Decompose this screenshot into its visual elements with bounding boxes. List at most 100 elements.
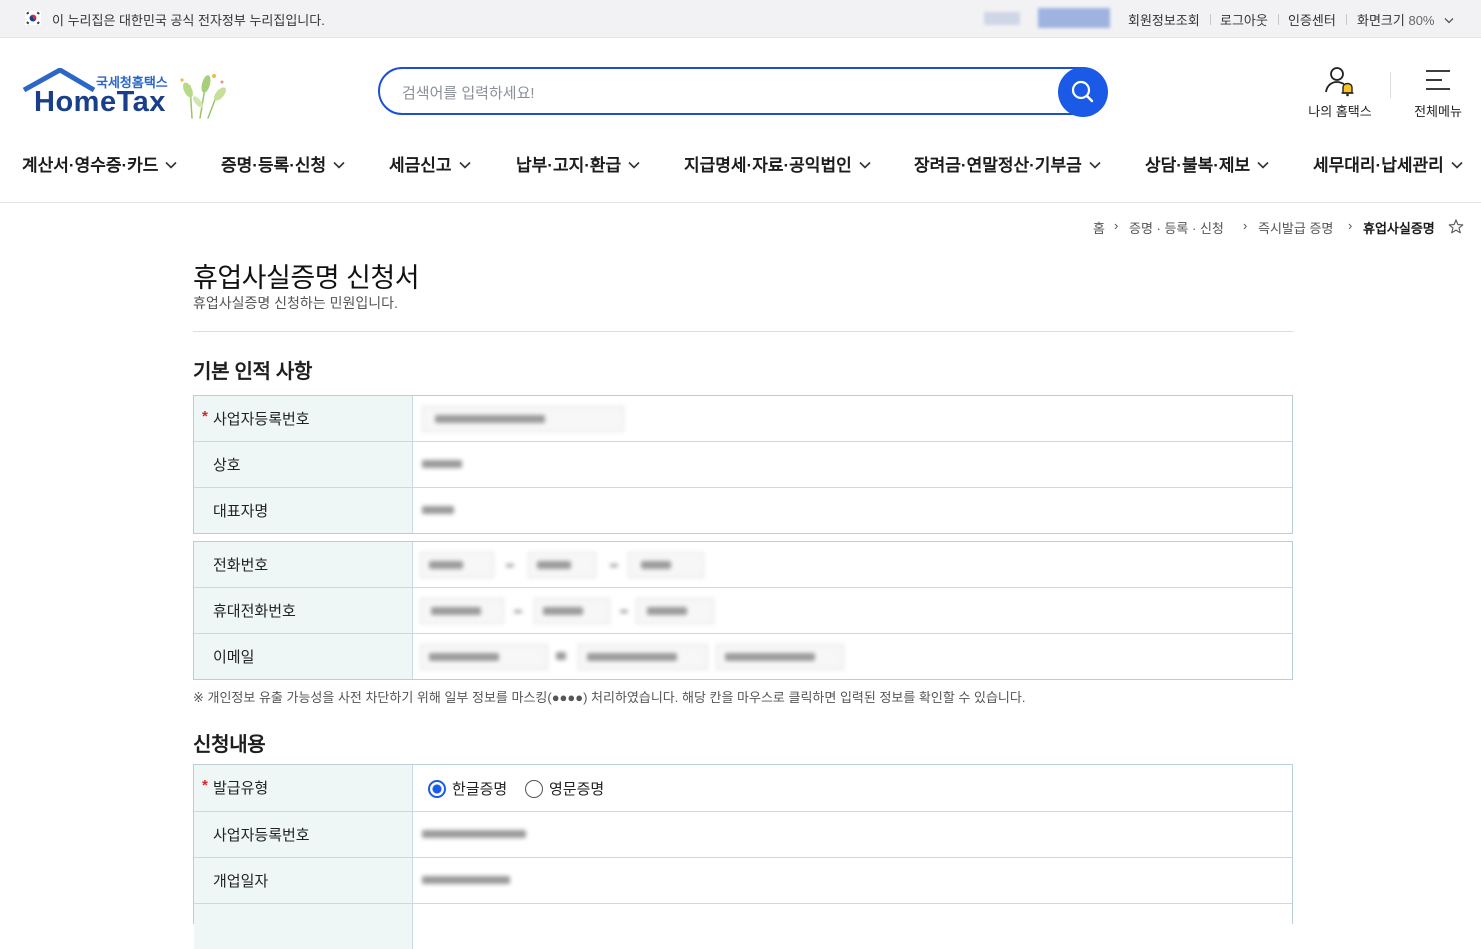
all-menu-label: 전체메뉴 bbox=[1414, 104, 1462, 119]
breadcrumb-separator: › bbox=[1348, 218, 1353, 233]
mobile-prefix-select[interactable] bbox=[420, 598, 504, 624]
nav-payment-statement[interactable]: 지급명세·자료·공익법인 bbox=[684, 151, 871, 176]
mobile-part-2-input[interactable] bbox=[534, 598, 610, 624]
nav-incentive-yearend[interactable]: 장려금·연말정산·기부금 bbox=[914, 151, 1101, 176]
masked-user-name bbox=[1038, 8, 1110, 28]
row-header bbox=[194, 904, 413, 949]
radio-label: 한글증명 bbox=[452, 781, 508, 798]
chevron-down-icon bbox=[1257, 161, 1269, 169]
email-field bbox=[414, 634, 1292, 679]
page-title: 휴업사실증명 신청서 bbox=[193, 263, 420, 293]
open-date-field bbox=[414, 858, 1292, 903]
masked-business-number[interactable] bbox=[422, 406, 624, 432]
radio-korean-certificate[interactable]: 한글증명 bbox=[428, 778, 507, 798]
chevron-down-icon bbox=[628, 161, 640, 169]
nav-tax-agent[interactable]: 세무대리·납세관리 bbox=[1313, 151, 1463, 176]
main-navigation: 계산서·영수증·카드 증명·등록·신청 세금신고 납부·고지·환급 지급명세·자… bbox=[0, 140, 1481, 203]
basic-info-table: * 사업자등록번호 상호 대표자명 bbox=[193, 395, 1293, 534]
nav-consult-appeal[interactable]: 상담·불복·제보 bbox=[1145, 151, 1269, 176]
apply-business-number-field bbox=[414, 812, 1292, 857]
phone-part-1-input[interactable] bbox=[420, 552, 494, 578]
masking-notice: ※ 개인정보 유출 가능성을 사전 차단하기 위해 일부 정보를 마스킹(●●●… bbox=[193, 690, 1026, 705]
row-header: 개업일자 bbox=[194, 858, 413, 903]
menu-icon bbox=[1426, 70, 1450, 90]
company-name-field[interactable] bbox=[414, 442, 1292, 487]
search-input[interactable] bbox=[400, 80, 1044, 106]
nav-certificate-registration[interactable]: 증명·등록·신청 bbox=[221, 151, 345, 176]
breadcrumb-current: 휴업사실증명 bbox=[1363, 221, 1435, 236]
phone-part-3-input[interactable] bbox=[628, 552, 704, 578]
masked-company-name[interactable] bbox=[420, 452, 470, 476]
my-hometax-button[interactable]: 나의 홈택스 bbox=[1300, 64, 1380, 119]
representative-field[interactable] bbox=[414, 488, 1292, 533]
phone-part-2-input[interactable] bbox=[528, 552, 596, 578]
page-description: 휴업사실증명 신청하는 민원입니다. bbox=[193, 295, 398, 311]
table-row: 대표자명 bbox=[194, 488, 1292, 533]
email-domain-input[interactable] bbox=[578, 644, 708, 670]
nav-label: 세무대리·납세관리 bbox=[1313, 156, 1444, 175]
zoom-label: 화면크기 bbox=[1357, 13, 1405, 28]
my-hometax-label: 나의 홈택스 bbox=[1308, 104, 1372, 119]
all-menu-button[interactable]: 전체메뉴 bbox=[1398, 64, 1478, 119]
masked-open-date bbox=[420, 868, 514, 892]
zoom-value: 80% bbox=[1408, 13, 1435, 28]
issue-type-field: 한글증명 영문증명 bbox=[414, 765, 1292, 811]
nav-tax-filing[interactable]: 세금신고 bbox=[389, 151, 471, 176]
breadcrumb-separator: › bbox=[1114, 218, 1119, 233]
cert-center-link[interactable]: 인증센터 bbox=[1288, 10, 1336, 29]
star-icon[interactable] bbox=[1448, 219, 1464, 234]
divider bbox=[1346, 14, 1347, 25]
search-box bbox=[378, 67, 1106, 115]
divider bbox=[1278, 14, 1279, 25]
nav-payment-refund[interactable]: 납부·고지·환급 bbox=[516, 151, 640, 176]
nav-label: 장려금·연말정산·기부금 bbox=[914, 156, 1082, 175]
divider bbox=[1390, 72, 1391, 98]
zoom-select[interactable]: 화면크기 80% bbox=[1357, 10, 1454, 29]
search-button[interactable] bbox=[1058, 67, 1108, 117]
application-table: * 발급유형 한글증명 영문증명 사업자등록번호 개업일자 bbox=[193, 764, 1293, 949]
section-title-application: 신청내용 bbox=[193, 734, 266, 756]
business-number-field[interactable] bbox=[414, 396, 1292, 441]
breadcrumb-instant-issue[interactable]: 즉시발급 증명 bbox=[1258, 218, 1333, 237]
table-row: 전화번호 bbox=[194, 542, 1292, 588]
nav-invoice-receipt-card[interactable]: 계산서·영수증·카드 bbox=[22, 151, 178, 176]
masked-representative[interactable] bbox=[420, 498, 460, 522]
table-row: * 발급유형 한글증명 영문증명 bbox=[194, 765, 1292, 812]
masked-user-type bbox=[984, 12, 1020, 25]
chevron-down-icon bbox=[1089, 161, 1101, 169]
user-bell-icon bbox=[1325, 67, 1354, 97]
table-row: 상호 bbox=[194, 442, 1292, 488]
member-info-link[interactable]: 회원정보조회 bbox=[1128, 10, 1200, 29]
masked-business-number bbox=[420, 822, 530, 846]
nav-label: 계산서·영수증·카드 bbox=[22, 156, 159, 175]
row-header: 상호 bbox=[194, 442, 413, 487]
chevron-down-icon bbox=[1444, 18, 1454, 24]
table-row: 개업일자 bbox=[194, 858, 1292, 904]
mobile-label: 휴대전화번호 bbox=[213, 603, 296, 620]
next-field bbox=[414, 904, 1292, 949]
row-header: 이메일 bbox=[194, 634, 413, 679]
mobile-part-3-input[interactable] bbox=[636, 598, 714, 624]
business-number-label: 사업자등록번호 bbox=[213, 411, 310, 428]
breadcrumb-separator: › bbox=[1243, 218, 1248, 233]
row-header: * 사업자등록번호 bbox=[194, 396, 413, 441]
representative-label: 대표자명 bbox=[213, 503, 269, 520]
breadcrumb-home[interactable]: 홈 bbox=[1093, 218, 1105, 237]
logo-title: HomeTax bbox=[34, 86, 166, 118]
nav-label: 상담·불복·제보 bbox=[1145, 156, 1251, 175]
dash-separator bbox=[618, 598, 630, 622]
nav-label: 증명·등록·신청 bbox=[221, 156, 327, 175]
phone-label: 전화번호 bbox=[213, 557, 269, 574]
at-separator bbox=[554, 644, 568, 668]
chevron-down-icon bbox=[165, 161, 178, 169]
row-header: 사업자등록번호 bbox=[194, 812, 413, 857]
breadcrumb-certificate[interactable]: 증명 · 등록 · 신청 bbox=[1129, 218, 1224, 237]
nav-label: 납부·고지·환급 bbox=[516, 156, 622, 175]
email-domain-select[interactable] bbox=[716, 644, 844, 670]
logout-link[interactable]: 로그아웃 bbox=[1220, 10, 1268, 29]
table-row: * 사업자등록번호 bbox=[194, 396, 1292, 442]
radio-english-certificate[interactable]: 영문증명 bbox=[525, 778, 604, 798]
chevron-down-icon bbox=[458, 161, 471, 169]
email-id-input[interactable] bbox=[420, 644, 548, 670]
row-header: 휴대전화번호 bbox=[194, 588, 413, 633]
